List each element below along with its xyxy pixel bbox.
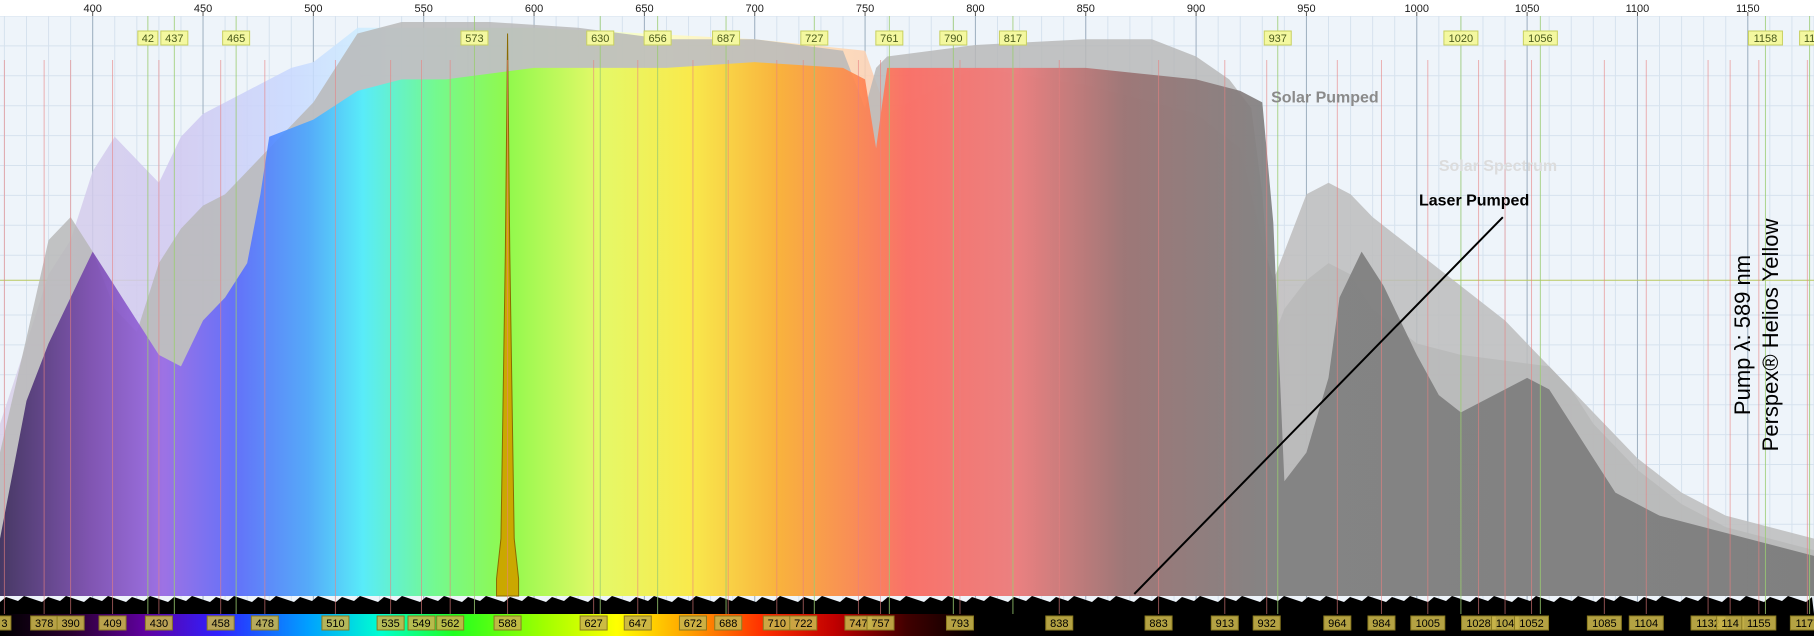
top-peak-label: 11 [1804, 33, 1814, 45]
bottom-peak-label: 1155 [1747, 618, 1771, 630]
x-tick-label: 500 [304, 3, 322, 15]
top-peak-label: 1158 [1754, 33, 1778, 45]
bottom-peak-label: 104 [1496, 618, 1514, 630]
top-peak-label: 761 [880, 33, 898, 45]
bottom-peak-label: 722 [794, 618, 812, 630]
top-peak-label: 687 [717, 33, 735, 45]
material-title: Perspex® Helios Yellow [1758, 219, 1783, 452]
x-tick-label: 700 [746, 3, 764, 15]
top-peak-label: 630 [591, 33, 609, 45]
top-peak-label: 42 [142, 33, 154, 45]
bottom-peak-label: 114 [1721, 618, 1739, 630]
x-tick-label: 650 [635, 3, 653, 15]
bottom-peak-label: 1177 [1796, 618, 1814, 630]
bottom-peak-label: 549 [412, 618, 430, 630]
top-peak-label: 437 [165, 33, 183, 45]
top-peak-label: 656 [648, 33, 666, 45]
bottom-peak-label: 688 [719, 618, 737, 630]
bottom-peak-label: 3 [1, 618, 7, 630]
x-tick-label: 1000 [1405, 3, 1429, 15]
x-tick-label: 1050 [1515, 3, 1539, 15]
bottom-peak-label: 478 [256, 618, 274, 630]
top-peak-label: 937 [1269, 33, 1287, 45]
x-tick-label: 1100 [1626, 3, 1650, 15]
bottom-peak-label: 390 [61, 618, 79, 630]
annotation-laser-pumped: Laser Pumped [1419, 193, 1529, 210]
top-peak-label: 465 [227, 33, 245, 45]
bottom-peak-label: 510 [326, 618, 344, 630]
top-peak-label: 790 [944, 33, 962, 45]
top-peak-label: 1056 [1528, 33, 1552, 45]
bottom-peak-label: 378 [35, 618, 53, 630]
bottom-peak-label: 1085 [1592, 618, 1616, 630]
x-tick-label: 1150 [1736, 3, 1760, 15]
bottom-peak-label: 1104 [1634, 618, 1658, 630]
bottom-peak-label: 984 [1372, 618, 1390, 630]
bottom-peak-label: 1005 [1416, 618, 1440, 630]
spectrum-chart: 400 450 500 550 600 650 700 750 800 850 900 950 1000… [0, 0, 1814, 636]
x-tick-label: 450 [194, 3, 212, 15]
bottom-peak-label: 562 [441, 618, 459, 630]
spectrum-plot-area: 400 450 500 550 600 650 700 750 800 850 900 950 1000… [0, 0, 1814, 636]
bottom-peak-label: 838 [1050, 618, 1068, 630]
bottom-peak-label: 932 [1258, 618, 1276, 630]
x-tick-label: 950 [1297, 3, 1315, 15]
bottom-peak-label: 588 [498, 618, 516, 630]
bottom-peak-label: 757 [871, 618, 889, 630]
x-tick-label: 550 [415, 3, 433, 15]
bottom-peak-label: 672 [684, 618, 702, 630]
bottom-peak-label: 883 [1149, 618, 1167, 630]
bottom-peak-label: 458 [212, 618, 230, 630]
x-tick-label: 900 [1187, 3, 1205, 15]
bottom-peak-label: 647 [629, 618, 647, 630]
x-tick-label: 600 [525, 3, 543, 15]
bottom-peak-label: 793 [951, 618, 969, 630]
top-axis: 400 450 500 550 600 650 700 750 800 850 900 950 1000… [0, 0, 1814, 16]
bottom-peak-label: 913 [1216, 618, 1234, 630]
bottom-peak-label: 710 [768, 618, 786, 630]
bottom-peak-label: 535 [381, 618, 399, 630]
bottom-peak-label: 430 [150, 618, 168, 630]
bottom-peak-label: 1052 [1519, 618, 1543, 630]
top-peak-label: 1020 [1449, 33, 1473, 45]
bottom-peak-label: 409 [103, 618, 121, 630]
x-tick-label: 750 [856, 3, 874, 15]
annotation-solar-spectrum: Solar Spectrum [1439, 158, 1557, 175]
bottom-peak-label: 1028 [1466, 618, 1490, 630]
x-tick-label: 400 [84, 3, 102, 15]
annotation-solar-pumped: Solar Pumped [1271, 89, 1379, 106]
x-tick-label: 800 [966, 3, 984, 15]
x-tick-label: 850 [1077, 3, 1095, 15]
bottom-peak-label: 964 [1328, 618, 1346, 630]
pump-wavelength-title: Pump λ: 589 nm [1730, 255, 1755, 415]
bottom-peak-label: 627 [584, 618, 602, 630]
bottom-peak-label: 747 [849, 618, 867, 630]
top-peak-label: 573 [465, 33, 483, 45]
top-peak-label: 817 [1004, 33, 1022, 45]
top-peak-label: 727 [805, 33, 823, 45]
